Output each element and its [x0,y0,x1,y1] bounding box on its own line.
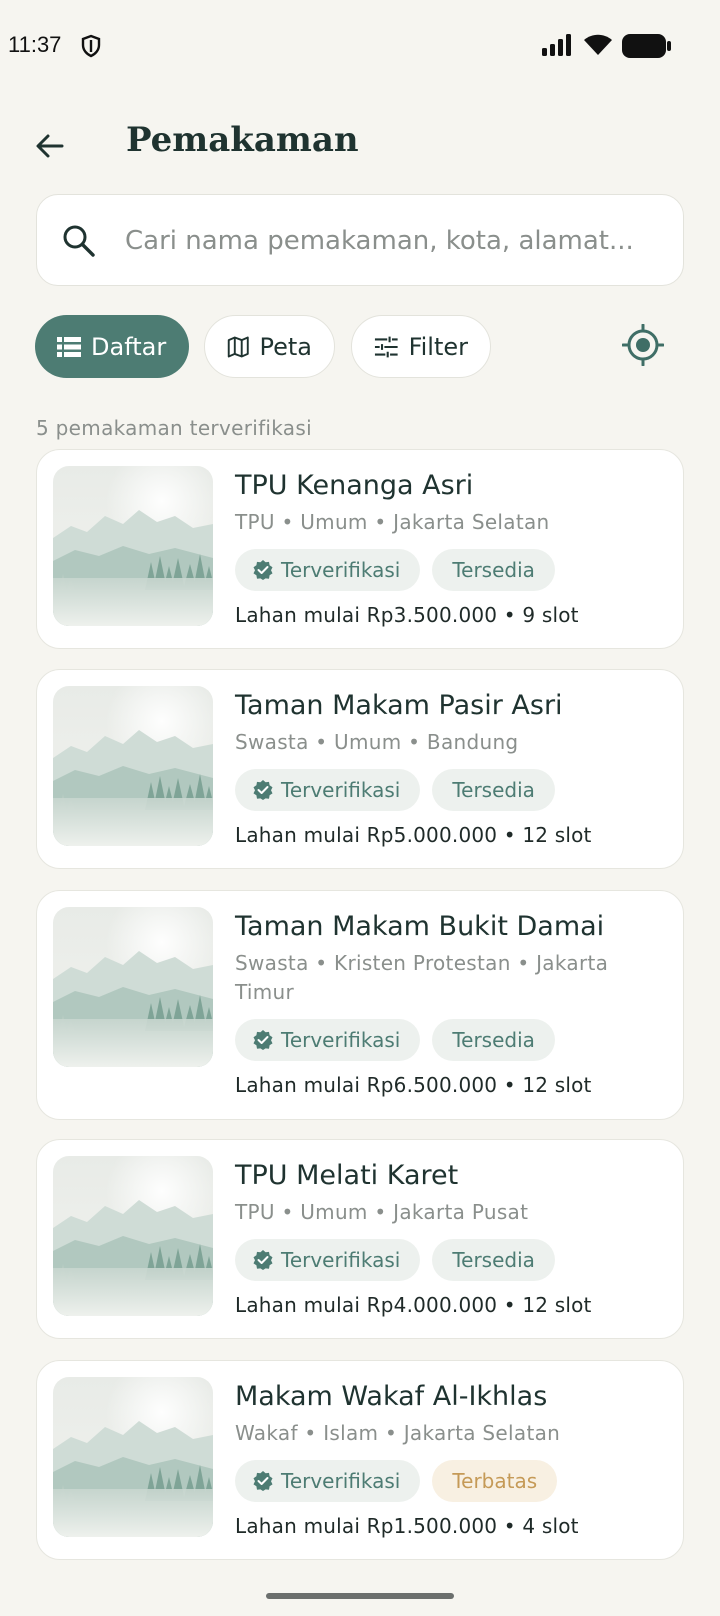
cemetery-thumbnail [53,907,213,1067]
landscape-placeholder-image [53,1377,213,1537]
my-location-button[interactable] [616,318,670,372]
verified-check-icon [253,1471,273,1491]
arrow-left-icon [36,134,64,158]
status-time: 11:37 [8,32,62,57]
availability-badge: Tersedia [432,549,555,591]
verified-badge: Terverifikasi [235,1460,421,1502]
verified-label: Terverifikasi [281,558,401,582]
cemetery-meta: TPU • Umum • Jakarta Pusat [235,1200,529,1224]
badge-row: Terverifikasi Tersedia [235,549,663,591]
cemetery-price: Lahan mulai Rp3.500.000 • 9 slot [235,603,579,627]
badge-row: Terverifikasi Tersedia [235,769,663,811]
availability-badge: Tersedia [432,1019,555,1061]
verified-label: Terverifikasi [281,1028,401,1052]
cemetery-price: Lahan mulai Rp5.000.000 • 12 slot [235,823,592,847]
status-bar: 11:37 [0,0,720,96]
availability-badge: Tersedia [432,769,555,811]
verified-label: Terverifikasi [281,1469,401,1493]
filter-chip[interactable]: Filter [351,315,491,378]
wifi-icon [583,33,613,61]
cemetery-thumbnail [53,686,213,846]
verified-badge: Terverifikasi [235,549,421,591]
cemetery-thumbnail [53,1377,213,1537]
filter-label: Filter [408,332,468,361]
list-icon [57,336,81,357]
cemetery-meta: Wakaf • Islam • Jakarta Selatan [235,1421,561,1445]
verified-badge: Terverifikasi [235,1239,421,1281]
cemetery-card-body: Taman Makam Bukit Damai Swasta • Kristen… [235,909,663,1099]
verified-check-icon [253,560,273,580]
cemetery-name: Taman Makam Bukit Damai [235,911,605,942]
cemetery-name: Taman Makam Pasir Asri [235,690,563,721]
app-header: Pemakaman [0,108,720,180]
search-box[interactable] [36,194,684,286]
cemetery-name: TPU Kenanga Asri [235,470,474,501]
cemetery-card[interactable]: TPU Kenanga Asri TPU • Umum • Jakarta Se… [36,449,684,649]
list-view-chip[interactable]: Daftar [35,315,189,378]
verified-label: Terverifikasi [281,778,401,802]
verified-badge: Terverifikasi [235,769,421,811]
cemetery-meta: Swasta • Umum • Bandung [235,730,519,754]
cemetery-price: Lahan mulai Rp4.000.000 • 12 slot [235,1293,592,1317]
back-button[interactable] [26,122,74,170]
cemetery-name: TPU Melati Karet [235,1160,459,1191]
cemetery-card[interactable]: Taman Makam Pasir Asri Swasta • Umum • B… [36,669,684,869]
cemetery-card-body: TPU Kenanga Asri TPU • Umum • Jakarta Se… [235,468,663,629]
search-input[interactable] [125,211,665,271]
page-title: Pemakaman [126,120,359,160]
cemetery-card-body: TPU Melati Karet TPU • Umum • Jakarta Pu… [235,1158,663,1319]
verified-badge: Terverifikasi [235,1019,421,1061]
landscape-placeholder-image [53,686,213,846]
signal-icon [542,34,574,60]
cemetery-card[interactable]: Taman Makam Bukit Damai Swasta • Kristen… [36,890,684,1120]
verified-check-icon [253,1250,273,1270]
verified-label: Terverifikasi [281,1248,401,1272]
battery-icon [622,34,672,62]
cemetery-meta: Swasta • Kristen Protestan • Jakarta Tim… [235,951,609,1004]
cemetery-card-body: Taman Makam Pasir Asri Swasta • Umum • B… [235,688,663,849]
badge-row: Terverifikasi Tersedia [235,1239,663,1281]
badge-row: Terverifikasi Terbatas [235,1460,663,1502]
cemetery-meta: TPU • Umum • Jakarta Selatan [235,510,550,534]
cemetery-name: Makam Wakaf Al-Ikhlas [235,1381,548,1412]
my-location-icon [622,324,664,366]
availability-badge: Tersedia [432,1239,555,1281]
list-view-label: Daftar [91,332,167,361]
shield-icon [80,34,102,62]
landscape-placeholder-image [53,907,213,1067]
cemetery-card[interactable]: TPU Melati Karet TPU • Umum • Jakarta Pu… [36,1139,684,1339]
landscape-placeholder-image [53,466,213,626]
home-indicator[interactable] [266,1593,454,1599]
cemetery-price: Lahan mulai Rp1.500.000 • 4 slot [235,1514,579,1538]
badge-row: Terverifikasi Tersedia [235,1019,663,1061]
tune-icon [374,336,398,357]
landscape-placeholder-image [53,1156,213,1316]
cemetery-thumbnail [53,1156,213,1316]
verified-check-icon [253,780,273,800]
verified-check-icon [253,1030,273,1050]
map-view-chip[interactable]: Peta [204,315,335,378]
cemetery-thumbnail [53,466,213,626]
cemetery-card[interactable]: Makam Wakaf Al-Ikhlas Wakaf • Islam • Ja… [36,1360,684,1560]
map-icon [227,336,249,357]
result-count: 5 pemakaman terverifikasi [36,416,312,440]
availability-badge: Terbatas [432,1460,558,1502]
cemetery-card-body: Makam Wakaf Al-Ikhlas Wakaf • Islam • Ja… [235,1379,663,1540]
map-view-label: Peta [259,332,313,361]
search-icon [61,223,97,263]
cemetery-price: Lahan mulai Rp6.500.000 • 12 slot [235,1073,592,1097]
